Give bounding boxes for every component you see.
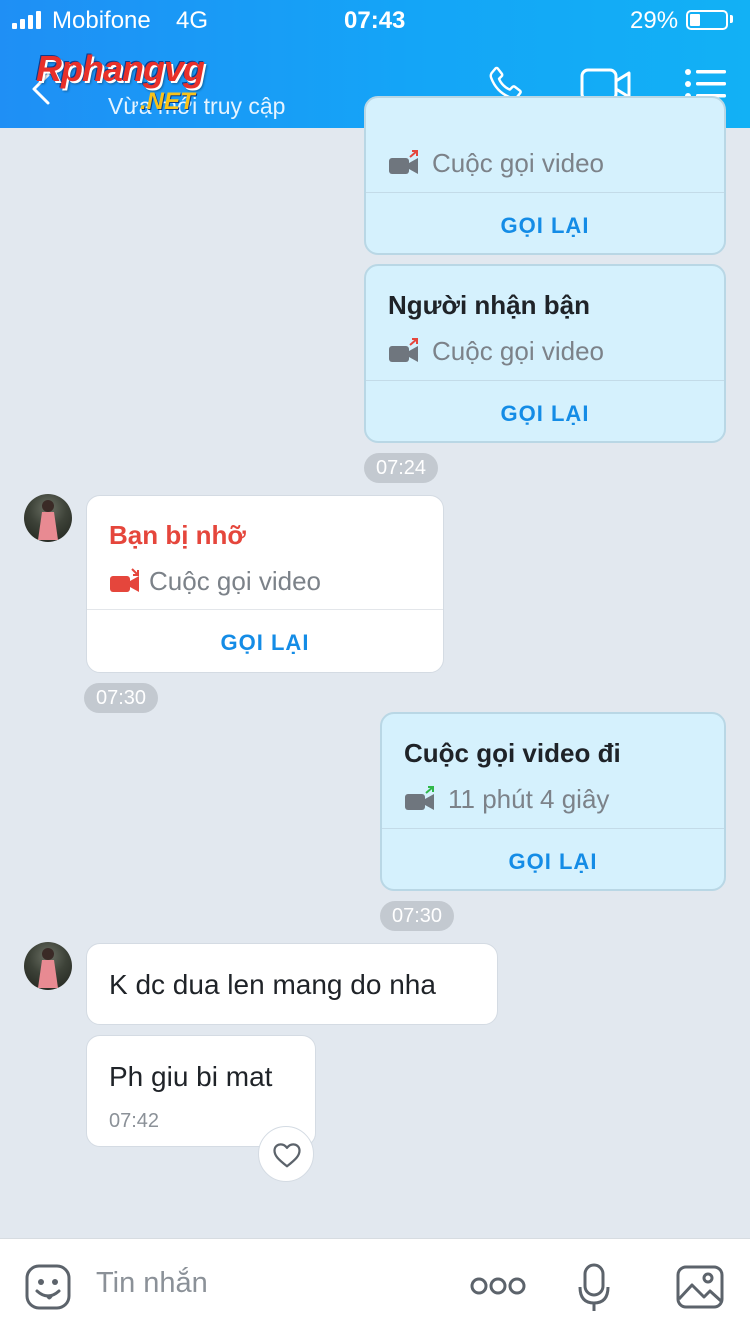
battery-icon <box>686 10 728 30</box>
callback-button[interactable]: GỌI LẠI <box>366 401 724 427</box>
message-time: 07:42 <box>109 1110 160 1132</box>
call-card-outgoing-2: Cuộc gọi video đi 11 phút 4 giây GỌI LẠI <box>380 712 726 891</box>
message-input-bar: Tin nhắn <box>0 1238 750 1335</box>
contact-avatar[interactable] <box>24 494 72 542</box>
time-pill: 07:24 <box>364 453 439 483</box>
text-message[interactable]: K dc dua len mang do nha <box>86 943 498 1025</box>
sticker-emoji-icon[interactable] <box>24 1263 72 1311</box>
call-card-missed: Bạn bị nhỡ Cuộc gọi video GỌI LẠI <box>86 495 444 673</box>
call-title: Cuộc gọi video đi <box>404 738 621 768</box>
signal-icon <box>12 11 46 29</box>
video-camera-icon <box>389 338 418 362</box>
network-type: 4G <box>176 7 209 34</box>
react-heart-button[interactable] <box>258 1126 314 1182</box>
callback-button[interactable]: GỌI LẠI <box>366 213 724 239</box>
heart-icon <box>273 1143 301 1168</box>
message-body: K dc dua len mang do nha <box>109 969 436 1000</box>
carrier-name: Mobifone <box>52 7 151 34</box>
call-subtitle: Cuộc gọi video <box>149 566 321 596</box>
call-card-busy: Người nhận bận Cuộc gọi video GỌI LẠI <box>364 264 726 443</box>
more-options-icon[interactable] <box>470 1275 526 1297</box>
contact-avatar[interactable] <box>24 942 72 990</box>
outgoing-video-icon <box>405 786 434 810</box>
message-body: Ph giu bi mat <box>109 1061 273 1092</box>
image-gallery-icon[interactable] <box>676 1265 724 1309</box>
watermark-logo: Rphangvg <box>36 48 205 89</box>
missed-video-icon <box>110 568 139 592</box>
message-input[interactable]: Tin nhắn <box>96 1267 208 1300</box>
callback-button[interactable]: GỌI LẠI <box>382 849 724 875</box>
last-seen-status: Vừa mới truy cập <box>108 93 286 119</box>
call-card-outgoing-1: Cuộc gọi video GỌI LẠI <box>364 96 726 255</box>
microphone-icon[interactable] <box>578 1263 610 1313</box>
status-time: 07:43 <box>344 7 406 34</box>
callback-button[interactable]: GỌI LẠI <box>87 630 443 656</box>
call-title: Bạn bị nhỡ <box>109 520 246 550</box>
call-duration: 11 phút 4 giây <box>448 784 610 814</box>
battery-percent: 29% <box>630 7 679 34</box>
call-title: Người nhận bận <box>388 290 590 320</box>
time-pill: 07:30 <box>380 901 455 931</box>
call-subtitle: Cuộc gọi video <box>432 336 604 366</box>
call-subtitle: Cuộc gọi video <box>432 148 604 178</box>
video-camera-icon <box>389 150 418 174</box>
watermark-logo-suffix: .NET <box>140 88 195 115</box>
time-pill: 07:30 <box>84 683 159 713</box>
